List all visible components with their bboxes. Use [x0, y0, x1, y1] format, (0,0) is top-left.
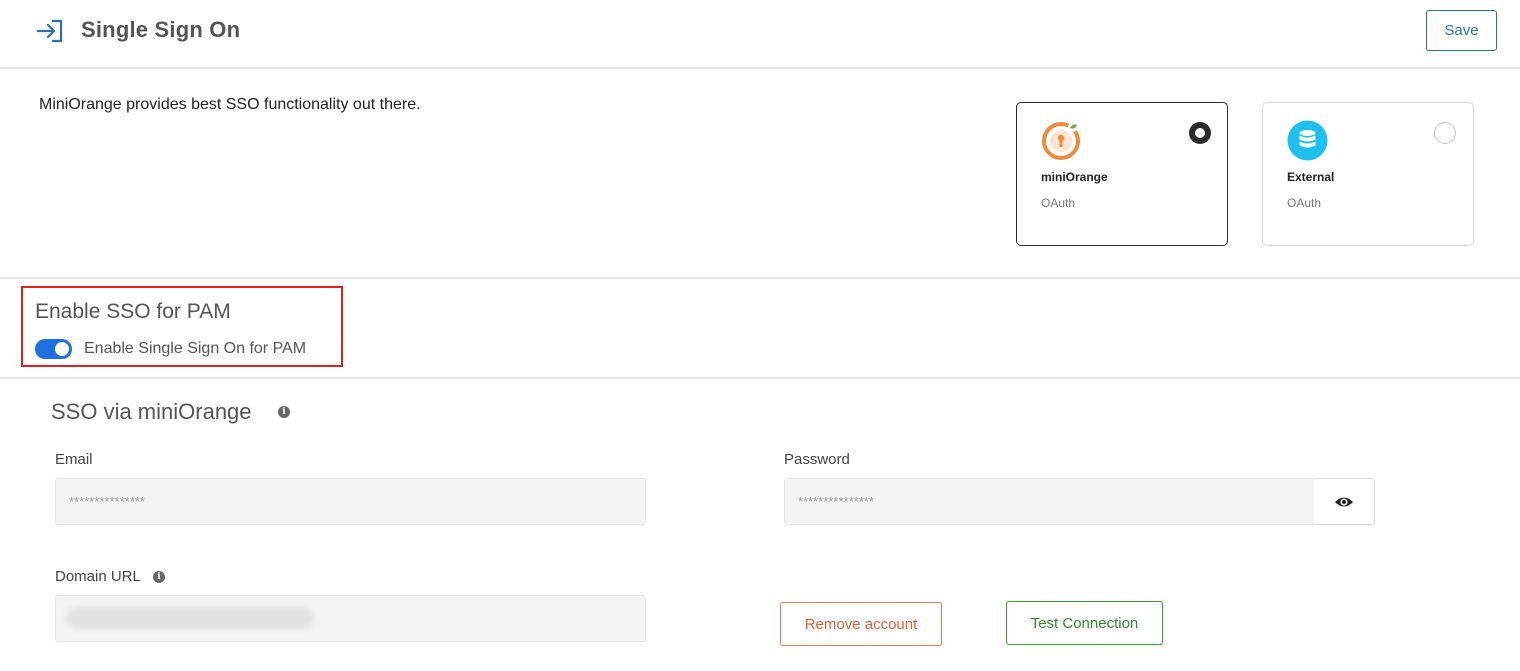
enable-sso-toggle-label: Enable Single Sign On for PAM: [84, 340, 307, 357]
page-header: Single Sign On Save: [0, 0, 1520, 69]
page-title: Single Sign On: [81, 17, 241, 42]
provider-type: OAuth: [1041, 196, 1076, 210]
provider-card-miniorange[interactable]: miniOrange OAuth: [1016, 102, 1228, 246]
sso-section-title: SSO via miniOrange: [51, 399, 252, 424]
save-button[interactable]: Save: [1426, 10, 1497, 51]
provider-card-external[interactable]: External OAuth: [1262, 102, 1474, 246]
provider-name: miniOrange: [1041, 170, 1108, 184]
test-connection-button[interactable]: Test Connection: [1006, 601, 1163, 645]
database-icon: [1287, 120, 1328, 161]
section-divider: [0, 377, 1520, 379]
eye-icon: [1335, 497, 1353, 507]
toggle-knob: [55, 342, 69, 356]
provider-name: External: [1287, 170, 1335, 184]
email-field[interactable]: [55, 478, 646, 525]
domain-url-label: Domain URL: [55, 568, 141, 585]
enable-sso-title: Enable SSO for PAM: [35, 300, 231, 323]
redacted-domain-value: [66, 607, 314, 629]
provider-radio-selected[interactable]: [1189, 122, 1211, 144]
section-divider: [0, 277, 1520, 279]
password-field[interactable]: [784, 478, 1315, 525]
miniorange-logo-icon: [1042, 122, 1080, 160]
show-password-button[interactable]: [1314, 478, 1375, 525]
password-label: Password: [784, 451, 850, 468]
provider-type: OAuth: [1287, 196, 1322, 210]
login-icon: [36, 19, 63, 43]
provider-radio-unselected[interactable]: [1434, 122, 1456, 144]
info-icon[interactable]: i: [153, 571, 165, 583]
enable-sso-toggle[interactable]: [35, 339, 72, 359]
remove-account-button[interactable]: Remove account: [780, 602, 942, 646]
info-icon[interactable]: i: [278, 406, 290, 418]
intro-description: MiniOrange provides best SSO functionali…: [39, 96, 421, 113]
email-label: Email: [55, 451, 93, 468]
